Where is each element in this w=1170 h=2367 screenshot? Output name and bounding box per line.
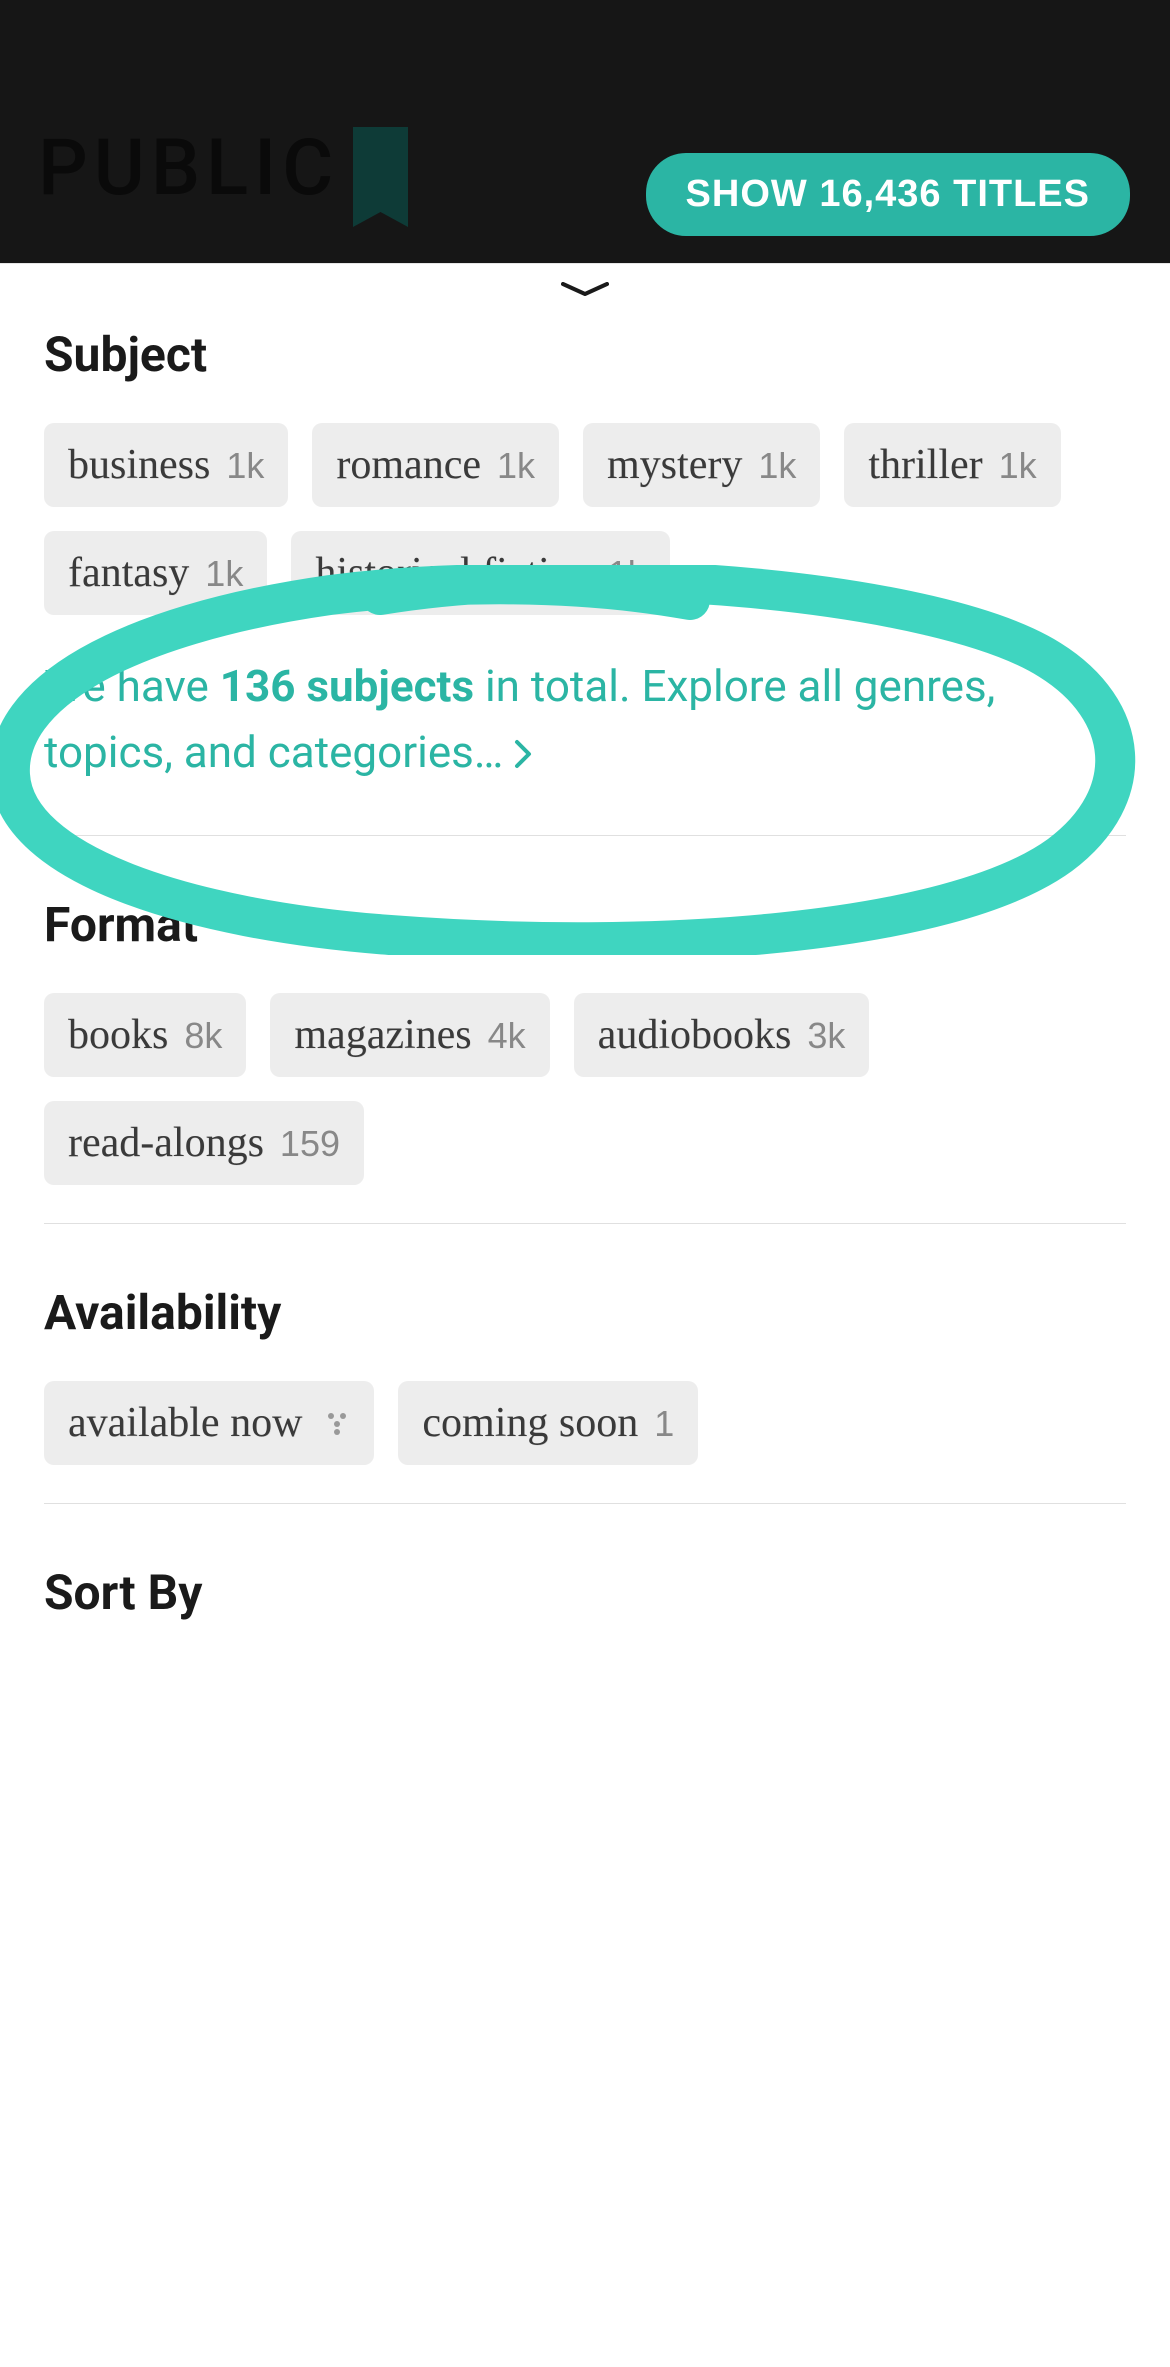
chip-count: 1k <box>758 445 796 487</box>
chip-count: 1k <box>226 445 264 487</box>
subject-chip-historical-fiction[interactable]: historical fiction 1k <box>291 531 669 615</box>
explore-subjects-link[interactable]: We have 136 subjects in total. Explore a… <box>44 653 1126 785</box>
availability-title: Availability <box>44 1284 1126 1341</box>
chip-label: magazines <box>294 1011 471 1059</box>
chevron-right-icon <box>514 739 532 769</box>
filter-sheet: Subject business 1k romance 1k mystery 1… <box>0 263 1170 2367</box>
availability-section: Availability available now coming soon 1 <box>0 1284 1170 1465</box>
sortby-title: Sort By <box>44 1564 1126 1621</box>
chip-count: 3k <box>807 1015 845 1057</box>
availability-chips: available now coming soon 1 <box>44 1381 1126 1465</box>
chip-count: 159 <box>280 1123 340 1165</box>
library-logo: PUBLIC <box>38 130 339 208</box>
chip-label: romance <box>336 441 481 489</box>
subject-chip-fantasy[interactable]: fantasy 1k <box>44 531 267 615</box>
chip-label: historical fiction <box>315 549 591 597</box>
chip-label: thriller <box>868 441 982 489</box>
subject-section: Subject business 1k romance 1k mystery 1… <box>0 326 1170 785</box>
availability-chip-coming-soon[interactable]: coming soon 1 <box>398 1381 698 1465</box>
chip-count: 1k <box>999 445 1037 487</box>
subject-chip-thriller[interactable]: thriller 1k <box>844 423 1060 507</box>
format-chips: books 8k magazines 4k audiobooks 3k read… <box>44 993 1126 1185</box>
chip-count: 1k <box>608 553 646 595</box>
subject-chips: business 1k romance 1k mystery 1k thrill… <box>44 423 1126 615</box>
divider <box>44 835 1126 836</box>
chip-label: business <box>68 441 210 489</box>
format-section: Format books 8k magazines 4k audiobooks … <box>0 896 1170 1185</box>
format-title: Format <box>44 896 1126 953</box>
chip-count: 1 <box>654 1403 674 1445</box>
subject-chip-romance[interactable]: romance 1k <box>312 423 559 507</box>
availability-chip-available-now[interactable]: available now <box>44 1381 374 1465</box>
chip-count: 1k <box>205 553 243 595</box>
chip-label: fantasy <box>68 549 189 597</box>
chip-label: mystery <box>607 441 742 489</box>
header: PUBLIC SHOW 16,436 TITLES <box>0 0 1170 263</box>
subject-title: Subject <box>44 326 1126 383</box>
format-chip-books[interactable]: books 8k <box>44 993 246 1077</box>
chip-count: 8k <box>184 1015 222 1057</box>
sortby-section: Sort By <box>0 1564 1170 1621</box>
chip-label: audiobooks <box>598 1011 792 1059</box>
subject-chip-business[interactable]: business 1k <box>44 423 288 507</box>
chip-label: available now <box>68 1399 302 1447</box>
format-chip-audiobooks[interactable]: audiobooks 3k <box>574 993 870 1077</box>
divider <box>44 1223 1126 1224</box>
subject-chip-mystery[interactable]: mystery 1k <box>583 423 820 507</box>
chip-label: coming soon <box>422 1399 638 1447</box>
logo-text: PUBLIC <box>38 130 339 208</box>
bookmark-icon <box>353 127 408 227</box>
sheet-handle[interactable] <box>0 264 1170 326</box>
explore-prefix: We have <box>44 660 220 712</box>
divider <box>44 1503 1126 1504</box>
estimate-icon <box>324 1410 350 1444</box>
explore-bold: 136 subjects <box>220 660 474 712</box>
chip-label: read-alongs <box>68 1119 264 1167</box>
chip-count: 4k <box>488 1015 526 1057</box>
chevron-down-icon <box>561 282 609 296</box>
show-titles-button[interactable]: SHOW 16,436 TITLES <box>646 153 1130 236</box>
chip-count: 1k <box>497 445 535 487</box>
chip-label: books <box>68 1011 168 1059</box>
format-chip-magazines[interactable]: magazines 4k <box>270 993 549 1077</box>
format-chip-read-alongs[interactable]: read-alongs 159 <box>44 1101 364 1185</box>
